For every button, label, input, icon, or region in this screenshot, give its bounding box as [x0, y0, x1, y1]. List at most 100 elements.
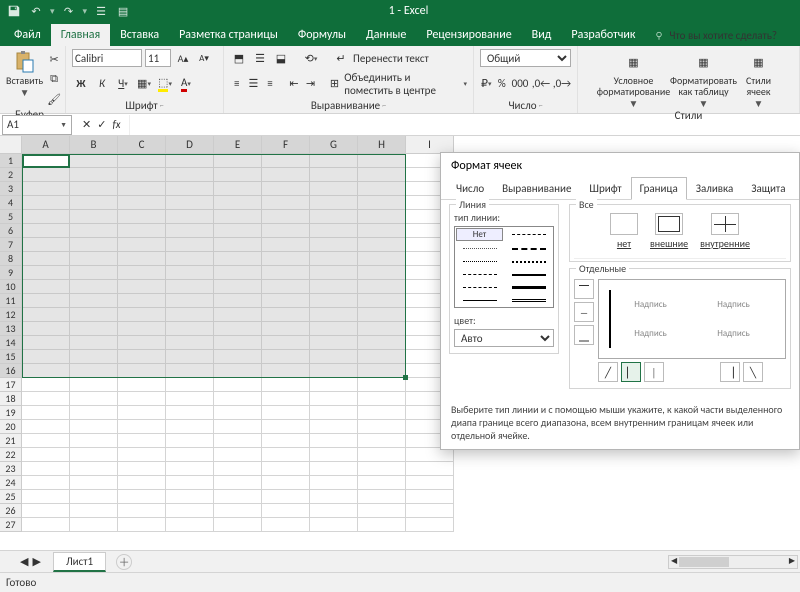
fill-color-icon[interactable]: ⬚▾ — [156, 75, 174, 93]
row-header[interactable]: 3 — [0, 182, 22, 196]
percent-icon[interactable]: % — [496, 75, 508, 93]
merge-icon[interactable]: ⊞ — [328, 75, 342, 93]
increase-decimal-icon[interactable]: ,0← — [532, 75, 550, 93]
tab-insert[interactable]: Вставка — [110, 24, 169, 46]
redo-icon[interactable]: ↷ — [61, 3, 77, 19]
border-diag-down-button[interactable]: ╲ — [743, 362, 763, 382]
cancel-icon[interactable]: ✕ — [82, 118, 91, 131]
col-header[interactable]: A — [22, 136, 70, 154]
row-header[interactable]: 8 — [0, 252, 22, 266]
decrease-indent-icon[interactable]: ⇤ — [287, 75, 301, 93]
font-color-icon[interactable]: A▾ — [177, 75, 195, 93]
decrease-font-icon[interactable]: A▾ — [195, 49, 213, 67]
row-header[interactable]: 6 — [0, 224, 22, 238]
undo-icon[interactable]: ↶ — [28, 3, 44, 19]
border-preview[interactable]: Надпись Надпись Надпись Надпись — [598, 279, 786, 359]
align-middle-icon[interactable]: ☰ — [251, 49, 269, 67]
border-diag-up-button[interactable]: ╱ — [598, 362, 618, 382]
increase-font-icon[interactable]: A▴ — [174, 49, 192, 67]
decrease-decimal-icon[interactable]: ,0→ — [553, 75, 571, 93]
tab-home[interactable]: Главная — [51, 24, 110, 46]
underline-icon[interactable]: Ч▾ — [114, 75, 132, 93]
qat-more-icon[interactable]: ▤ — [115, 3, 131, 19]
wrap-text-label[interactable]: Перенести текст — [353, 52, 429, 65]
number-format-combo[interactable]: Общий — [480, 49, 571, 67]
row-header[interactable]: 5 — [0, 210, 22, 224]
row-header[interactable]: 2 — [0, 168, 22, 182]
sheet-nav-prev-icon[interactable]: ◀ — [20, 555, 28, 568]
touch-icon[interactable]: ☰ — [93, 3, 109, 19]
col-header[interactable]: C — [118, 136, 166, 154]
cells[interactable] — [22, 154, 454, 532]
dialog-tab-align[interactable]: Выравнивание — [493, 177, 580, 200]
line-style-list[interactable]: Нет — [454, 226, 554, 308]
preset-inside-button[interactable]: внутренние — [700, 213, 750, 250]
row-header[interactable]: 9 — [0, 266, 22, 280]
align-right-icon[interactable]: ≡ — [263, 75, 277, 93]
border-right-button[interactable]: ▕ — [720, 362, 740, 382]
copy-icon[interactable]: ⧉ — [45, 70, 63, 88]
line-color-combo[interactable]: Авто — [454, 329, 554, 347]
row-header[interactable]: 18 — [0, 392, 22, 406]
preset-none-button[interactable]: нет — [610, 213, 638, 250]
enter-icon[interactable]: ✓ — [97, 118, 106, 131]
row-header[interactable]: 27 — [0, 518, 22, 532]
paste-button[interactable]: Вставить ▼ — [6, 48, 43, 108]
fx-icon[interactable]: fx — [112, 118, 120, 131]
dialog-tab-number[interactable]: Число — [447, 177, 493, 200]
preset-outline-button[interactable]: внешние — [650, 213, 688, 250]
italic-icon[interactable]: К — [93, 75, 111, 93]
col-header[interactable]: G — [310, 136, 358, 154]
borders-icon[interactable]: ▦▾ — [135, 75, 153, 93]
sheet-nav-next-icon[interactable]: ▶ — [32, 555, 40, 568]
align-center-icon[interactable]: ☰ — [247, 75, 261, 93]
border-left-button[interactable]: ▏ — [621, 362, 641, 382]
font-size-combo[interactable] — [145, 49, 171, 67]
formula-input[interactable] — [129, 115, 800, 135]
tab-file[interactable]: Файл — [4, 24, 51, 46]
row-header[interactable]: 12 — [0, 308, 22, 322]
bold-icon[interactable]: Ж — [72, 75, 90, 93]
col-header[interactable]: E — [214, 136, 262, 154]
merge-label[interactable]: Объединить и поместить в центре — [344, 71, 460, 97]
sheet-tab[interactable]: Лист1 — [53, 552, 106, 572]
border-bottom-button[interactable]: ⎽ — [574, 325, 594, 345]
tell-me[interactable]: Что вы хотите сделать? — [645, 25, 785, 46]
dialog-tab-fill[interactable]: Заливка — [687, 177, 743, 200]
col-header[interactable]: D — [166, 136, 214, 154]
row-header[interactable]: 24 — [0, 476, 22, 490]
col-header[interactable]: B — [70, 136, 118, 154]
tab-layout[interactable]: Разметка страницы — [169, 24, 288, 46]
align-left-icon[interactable]: ≡ — [230, 75, 244, 93]
scroll-left-icon[interactable]: ◀ — [671, 556, 677, 566]
tab-developer[interactable]: Разработчик — [561, 24, 645, 46]
row-header[interactable]: 4 — [0, 196, 22, 210]
row-header[interactable]: 11 — [0, 294, 22, 308]
row-header[interactable]: 25 — [0, 490, 22, 504]
row-header[interactable]: 1 — [0, 154, 22, 168]
row-header[interactable]: 17 — [0, 378, 22, 392]
new-sheet-button[interactable]: ＋ — [116, 554, 132, 570]
select-all-corner[interactable] — [0, 136, 22, 154]
align-top-icon[interactable]: ⬒ — [230, 49, 248, 67]
row-header[interactable]: 23 — [0, 462, 22, 476]
align-bottom-icon[interactable]: ⬓ — [272, 49, 290, 67]
cut-icon[interactable]: ✂ — [45, 50, 63, 68]
border-hmid-button[interactable]: ― — [574, 302, 594, 322]
border-top-button[interactable]: ⎺ — [574, 279, 594, 299]
cell-styles-button[interactable]: ▦Стили ячеек▼ — [739, 48, 779, 109]
orientation-icon[interactable]: ⟲▾ — [302, 49, 320, 67]
comma-icon[interactable]: 000 — [511, 75, 529, 93]
row-header[interactable]: 7 — [0, 238, 22, 252]
row-header[interactable]: 14 — [0, 336, 22, 350]
dialog-tab-protect[interactable]: Защита — [742, 177, 794, 200]
row-header[interactable]: 21 — [0, 434, 22, 448]
format-painter-icon[interactable]: 🖌 — [45, 90, 63, 108]
tab-review[interactable]: Рецензирование — [416, 24, 521, 46]
wrap-text-icon[interactable]: ↵ — [332, 49, 350, 67]
tab-formulas[interactable]: Формулы — [288, 24, 356, 46]
save-icon[interactable] — [6, 3, 22, 19]
border-vmid-button[interactable]: │ — [644, 362, 664, 382]
row-header[interactable]: 16 — [0, 364, 22, 378]
font-name-combo[interactable] — [72, 49, 142, 67]
